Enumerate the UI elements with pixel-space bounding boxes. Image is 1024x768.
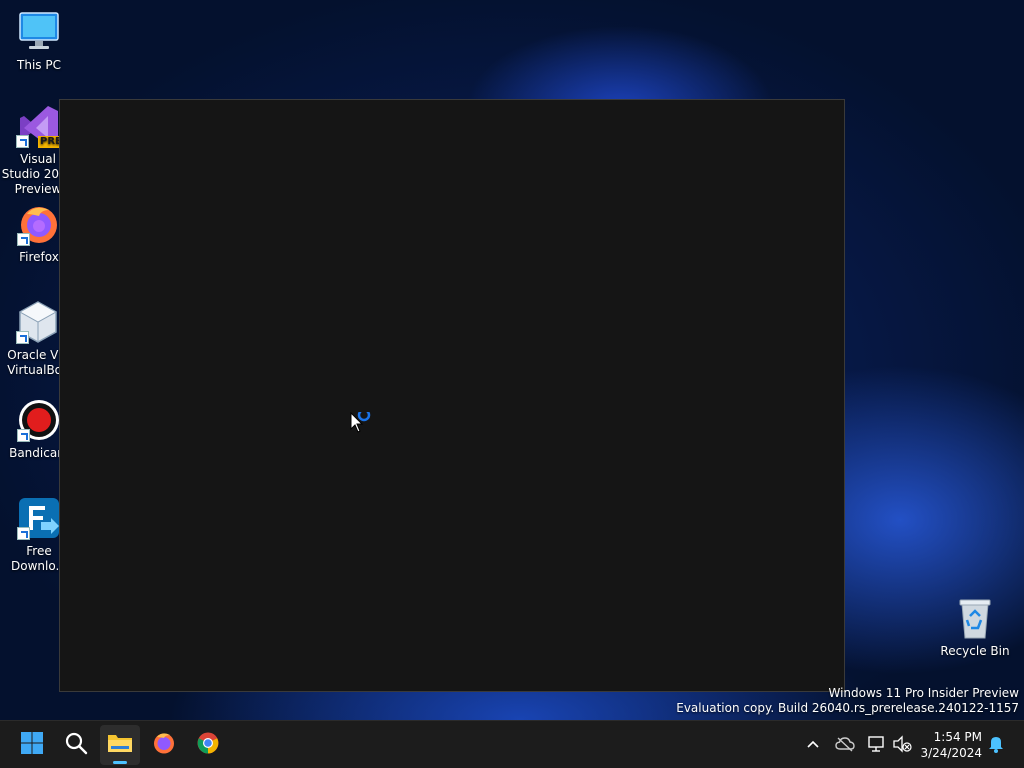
shortcut-arrow-icon — [17, 233, 30, 246]
folder-icon — [107, 731, 133, 759]
taskbar-clock[interactable]: 1:54 PM 3/24/2024 — [920, 729, 982, 761]
watermark-edition: Windows 11 Pro Insider Preview — [828, 686, 1019, 700]
recycle-bin-icon — [953, 596, 997, 640]
network-icon[interactable] — [866, 733, 888, 755]
windows-logo-icon — [20, 731, 44, 759]
taskbar-firefox[interactable] — [144, 725, 184, 765]
shortcut-arrow-icon — [16, 135, 29, 148]
search-button[interactable] — [56, 725, 96, 765]
taskbar-chrome[interactable] — [188, 725, 228, 765]
virtualbox-icon — [16, 300, 60, 344]
taskbar-file-explorer[interactable] — [100, 725, 140, 765]
desktop-icon-this-pc[interactable]: This PC — [1, 10, 77, 73]
search-icon — [64, 731, 88, 759]
chrome-icon — [196, 731, 220, 759]
download-manager-icon — [17, 496, 61, 540]
watermark-build: Evaluation copy. Build 26040.rs_prerelea… — [676, 701, 1019, 715]
desktop-icon-recycle-bin[interactable]: Recycle Bin — [937, 596, 1013, 659]
desktop-icon-label: This PC — [17, 58, 61, 72]
shortcut-arrow-icon — [17, 429, 30, 442]
clock-time: 1:54 PM — [933, 730, 982, 744]
taskbar: 1:54 PM 3/24/2024 — [0, 720, 1024, 768]
shortcut-arrow-icon — [17, 527, 30, 540]
clock-date: 3/24/2024 — [920, 746, 982, 760]
record-icon — [17, 398, 61, 442]
show-hidden-icons-chevron-up-icon[interactable] — [802, 733, 824, 755]
monitor-icon — [17, 10, 61, 54]
running-indicator — [113, 761, 127, 764]
shortcut-arrow-icon — [16, 331, 29, 344]
notification-bell-icon[interactable] — [985, 733, 1007, 755]
busy-cursor-icon — [350, 408, 376, 436]
evaluation-watermark: Windows 11 Pro Insider Preview Evaluatio… — [676, 686, 1019, 716]
start-button[interactable] — [12, 725, 52, 765]
firefox-icon — [152, 731, 176, 759]
onedrive-offline-icon[interactable] — [834, 733, 856, 755]
desktop-icon-label: Recycle Bin — [940, 644, 1010, 658]
firefox-icon — [17, 202, 61, 246]
app-window[interactable] — [59, 99, 845, 692]
volume-muted-icon[interactable] — [891, 733, 913, 755]
visual-studio-icon: PRE — [16, 104, 64, 148]
